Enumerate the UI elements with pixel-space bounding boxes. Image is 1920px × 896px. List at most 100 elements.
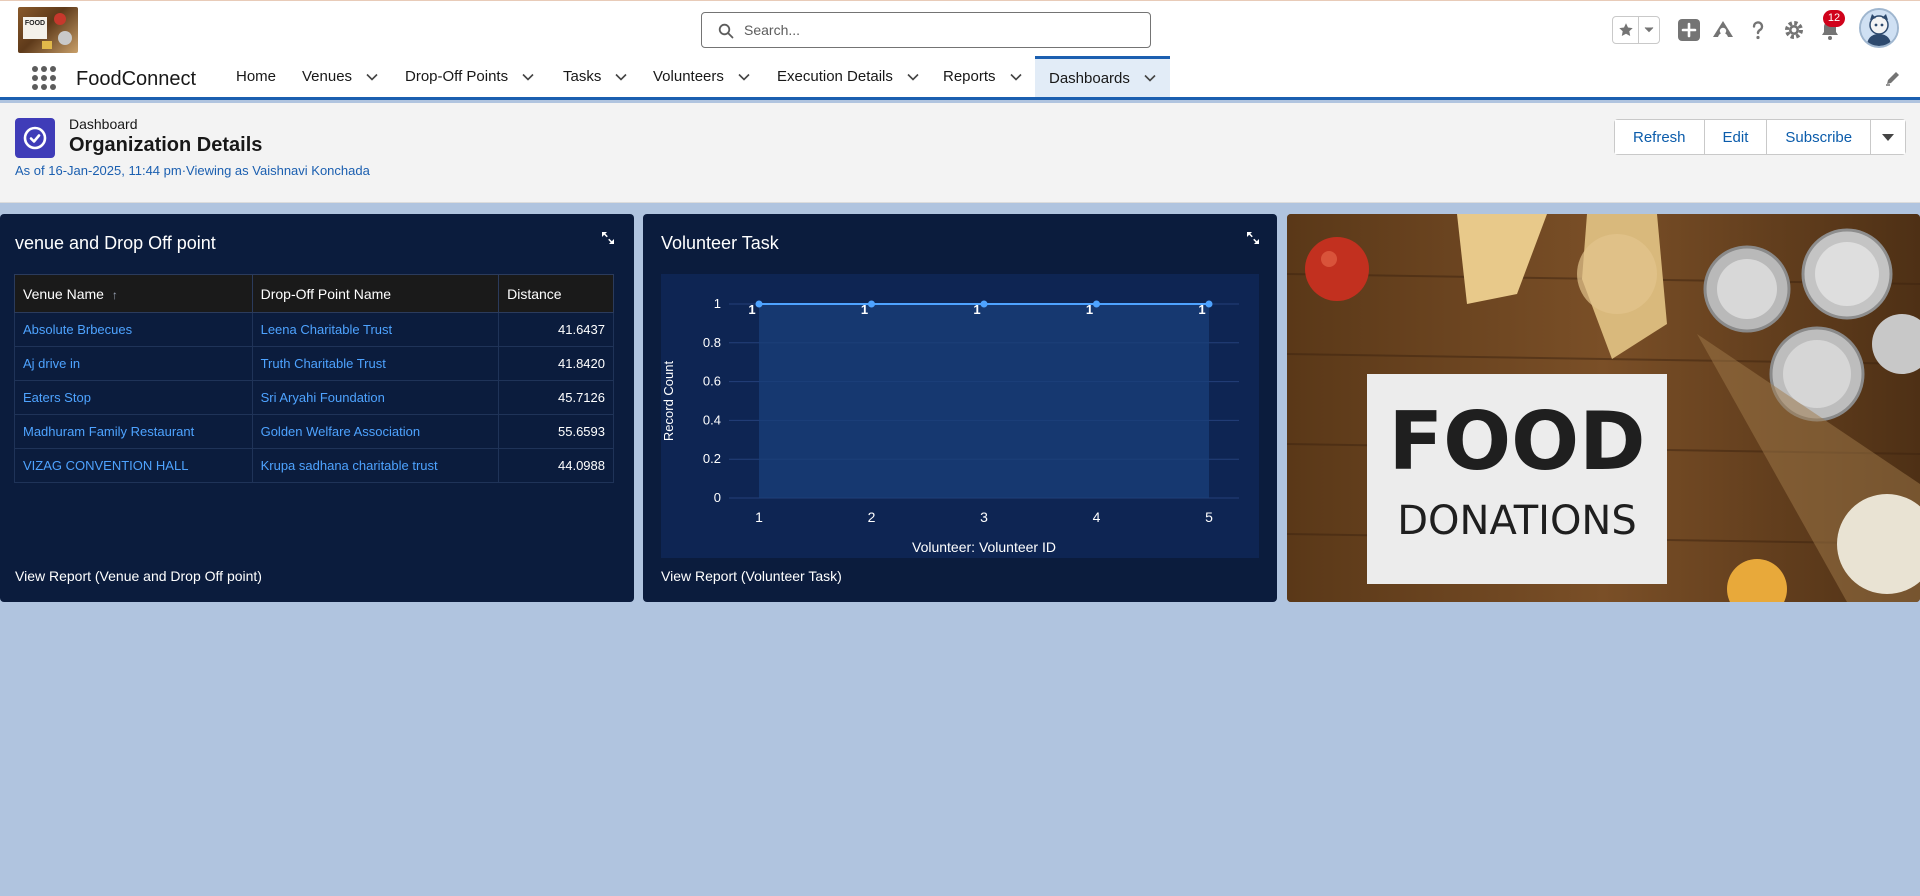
venue-dropoff-table: Venue Name ↑ Drop-Off Point Name Distanc…: [14, 274, 614, 483]
data-label: 1: [1198, 302, 1205, 317]
dashboard-as-of-text: As of 16-Jan-2025, 11:44 pm·Viewing as V…: [15, 163, 370, 178]
x-tick-label: 1: [755, 509, 763, 525]
x-tick-label: 5: [1205, 509, 1213, 525]
subscribe-button[interactable]: Subscribe: [1767, 120, 1872, 154]
table-row: Madhuram Family Restaurant Golden Welfar…: [14, 414, 614, 449]
table-row: Eaters Stop Sri Aryahi Foundation 45.712…: [14, 380, 614, 415]
x-tick-label: 3: [980, 509, 988, 525]
nav-item-tasks[interactable]: Tasks: [563, 56, 627, 97]
user-avatar[interactable]: [1859, 8, 1899, 48]
nav-item-label: Drop-Off Points: [405, 68, 509, 85]
x-tick-label: 2: [868, 509, 876, 525]
nav-item-home[interactable]: Home: [236, 56, 276, 97]
notification-count-badge: 12: [1823, 10, 1845, 27]
dropoff-name-link[interactable]: Truth Charitable Trust: [251, 346, 500, 381]
expand-icon[interactable]: [600, 230, 616, 246]
nav-item-drop-off-points[interactable]: Drop-Off Points: [405, 56, 534, 97]
search-icon: [718, 23, 734, 39]
view-report-link[interactable]: View Report (Venue and Drop Off point): [15, 568, 262, 584]
data-label: 1: [1086, 302, 1093, 317]
edit-button[interactable]: Edit: [1704, 120, 1768, 154]
trailhead-guidance-icon[interactable]: [1710, 17, 1736, 43]
data-point: [868, 300, 875, 308]
widget-title: venue and Drop Off point: [15, 233, 216, 253]
nav-item-execution-details[interactable]: Execution Details: [777, 56, 919, 97]
volunteer-task-chart-area: 0 0.2 0.4 0.6 0.8 1 1 1 1 1 1 1 2 3 4 5 Volunteer: Volun…: [661, 274, 1259, 558]
dashboard-action-buttons: Refresh Edit Subscribe: [1614, 119, 1907, 155]
favorites-star-icon[interactable]: [1613, 17, 1639, 43]
edit-nav-pencil-icon[interactable]: [1884, 69, 1902, 87]
venue-name-link[interactable]: Aj drive in: [14, 346, 253, 381]
page-header: Dashboard Organization Details As of 16-…: [0, 103, 1920, 203]
x-axis-title: Volunteer: Volunteer ID: [912, 539, 1056, 555]
logo-text: FOOD: [23, 17, 47, 39]
table-row: VIZAG CONVENTION HALL Krupa sadhana char…: [14, 448, 614, 483]
chevron-down-icon[interactable]: [522, 73, 534, 81]
nav-item-dashboards[interactable]: Dashboards: [1035, 56, 1170, 97]
nav-item-venues[interactable]: Venues: [302, 56, 378, 97]
food-donations-photo: FOOD DONATIONS: [1287, 214, 1920, 602]
expand-icon[interactable]: [1245, 230, 1261, 246]
data-label: 1: [861, 302, 868, 317]
y-tick-label: 0.8: [703, 335, 721, 350]
table-row: Aj drive in Truth Charitable Trust 41.84…: [14, 346, 614, 381]
column-header-distance[interactable]: Distance: [498, 274, 614, 313]
column-header-venue-name[interactable]: Venue Name ↑: [14, 274, 253, 313]
search-input[interactable]: [744, 19, 1134, 41]
global-search[interactable]: [701, 12, 1151, 48]
column-header-label: Venue Name: [23, 285, 104, 302]
logo-apple-shape: [54, 13, 66, 25]
chevron-down-icon[interactable]: [1144, 74, 1156, 82]
logo-jar-shape: [42, 41, 52, 49]
y-tick-label: 0.2: [703, 451, 721, 466]
data-point: [755, 300, 763, 308]
dropoff-name-link[interactable]: Leena Charitable Trust: [251, 312, 500, 347]
app-name: FoodConnect: [76, 68, 197, 90]
photo-text-food: FOOD: [1388, 395, 1645, 488]
venue-name-link[interactable]: VIZAG CONVENTION HALL: [14, 448, 253, 483]
venue-name-link[interactable]: Eaters Stop: [14, 380, 253, 415]
app-nav-bar: FoodConnect Home Venues Drop-Off Points …: [0, 56, 1920, 100]
chevron-down-icon[interactable]: [738, 73, 750, 81]
favorites-menu-chevron-icon[interactable]: [1639, 17, 1659, 43]
dashboard-canvas: venue and Drop Off point Venue Name ↑ Dr…: [0, 204, 1920, 604]
app-launcher-waffle-icon[interactable]: [32, 66, 56, 90]
venue-name-link[interactable]: Absolute Brbecues: [14, 312, 253, 347]
dropoff-name-link[interactable]: Krupa sadhana charitable trust: [251, 448, 500, 483]
nav-item-label: Home: [236, 68, 277, 85]
y-tick-label: 0: [714, 490, 721, 505]
chevron-down-icon[interactable]: [615, 73, 627, 81]
nav-item-label: Reports: [943, 68, 996, 85]
favorites-group: [1612, 16, 1660, 44]
global-actions-add-icon[interactable]: [1676, 17, 1702, 43]
photo-text-donations: DONATIONS: [1397, 498, 1637, 544]
nav-item-volunteers[interactable]: Volunteers: [653, 56, 750, 97]
dropoff-name-link[interactable]: Golden Welfare Association: [251, 414, 500, 449]
chevron-down-icon[interactable]: [366, 73, 378, 81]
volunteer-task-widget: Volunteer Task 0 0.2 0.4 0.6 0.8 1 1 1 1 1 1 1 2 3 4 5 V…: [643, 214, 1277, 602]
x-tick-label: 4: [1093, 509, 1101, 525]
food-donations-image: FOOD DONATIONS: [1287, 214, 1920, 602]
nav-item-reports[interactable]: Reports: [943, 56, 1022, 97]
column-header-dropoff-name[interactable]: Drop-Off Point Name: [251, 274, 500, 313]
venue-name-link[interactable]: Madhuram Family Restaurant: [14, 414, 253, 449]
more-actions-chevron-icon[interactable]: [1871, 120, 1906, 154]
dropoff-name-link[interactable]: Sri Aryahi Foundation: [251, 380, 500, 415]
distance-value: 44.0988: [498, 448, 614, 483]
setup-gear-icon[interactable]: [1781, 17, 1807, 43]
help-icon[interactable]: [1745, 17, 1771, 43]
widget-title: Volunteer Task: [661, 233, 779, 253]
view-report-link[interactable]: View Report (Volunteer Task): [661, 568, 842, 584]
series-area-fill: [759, 304, 1209, 498]
refresh-button[interactable]: Refresh: [1615, 120, 1705, 154]
data-point: [980, 300, 988, 308]
distance-value: 41.8420: [498, 346, 614, 381]
sort-ascending-icon[interactable]: ↑: [112, 288, 118, 302]
org-logo[interactable]: FOOD: [18, 7, 78, 53]
data-point: [1093, 300, 1100, 308]
chevron-down-icon[interactable]: [1009, 73, 1022, 81]
data-point: [1205, 300, 1213, 308]
chevron-down-icon[interactable]: [907, 73, 919, 81]
page-title: Organization Details: [69, 134, 263, 156]
y-tick-label: 0.6: [703, 374, 721, 389]
